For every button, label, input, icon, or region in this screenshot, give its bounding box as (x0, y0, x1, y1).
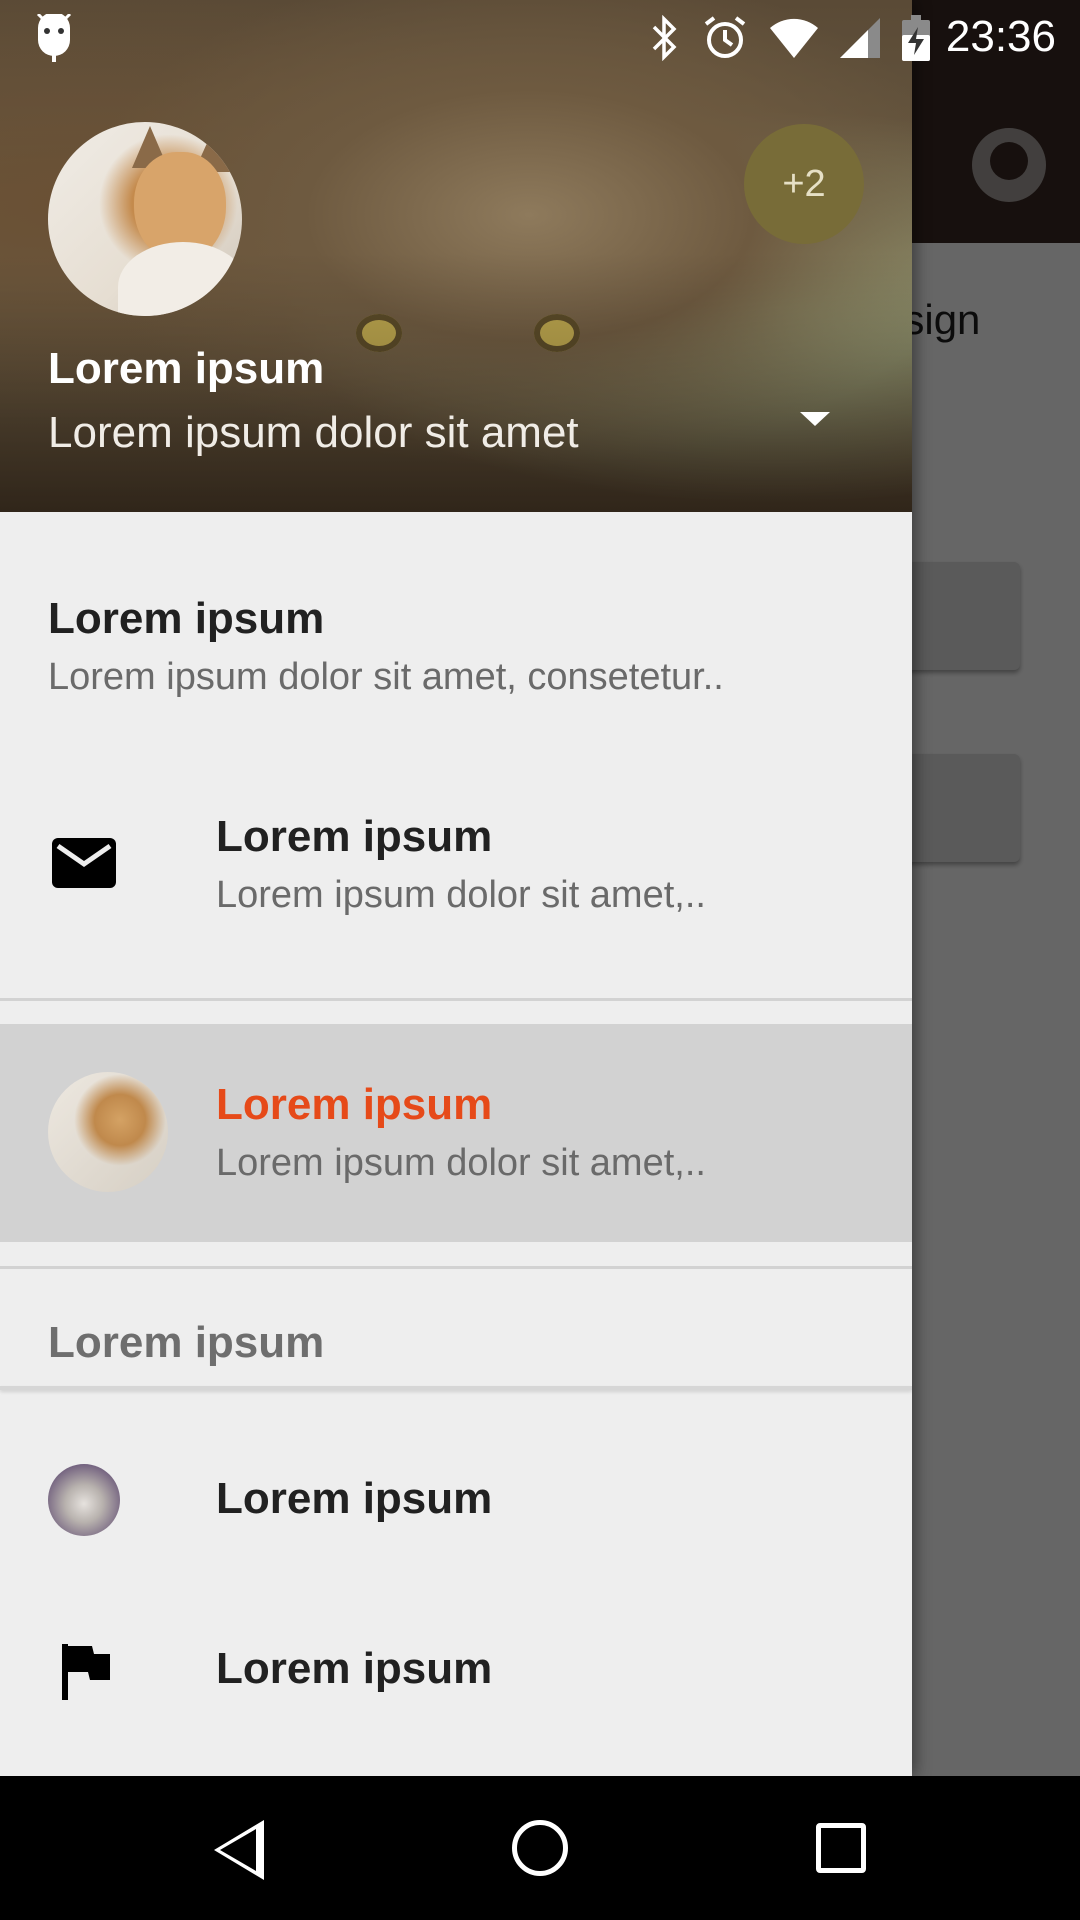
status-bar: 23:36 (0, 0, 1080, 75)
drawer-item[interactable]: Lorem ipsum Lorem ipsum dolor sit amet,.… (0, 740, 912, 980)
section-header: Lorem ipsum (48, 1318, 325, 1367)
status-time: 23:36 (945, 12, 1056, 61)
battery-icon (902, 15, 930, 61)
section-divider (0, 1386, 912, 1390)
cat-avatar (48, 1072, 168, 1192)
alarm-icon (704, 16, 746, 58)
profile-avatar[interactable] (48, 122, 242, 316)
drawer-item-subtitle: Lorem ipsum dolor sit amet,.. (216, 1142, 706, 1184)
home-button[interactable] (512, 1820, 568, 1876)
back-button[interactable] (214, 1820, 264, 1880)
drawer-item-selected[interactable]: Lorem ipsum Lorem ipsum dolor sit amet,.… (0, 1024, 912, 1242)
avatar-detail (118, 242, 242, 316)
account-switcher-caret-icon[interactable] (800, 412, 830, 426)
drawer-item-subtitle: Lorem ipsum dolor sit amet,.. (216, 874, 706, 916)
recent-apps-button[interactable] (816, 1823, 866, 1873)
drawer-section-item[interactable]: Lorem ipsum (0, 1588, 912, 1750)
flag-icon (62, 1644, 110, 1700)
drawer-section-item[interactable]: Lorem ipsum (0, 1420, 912, 1582)
android-debug-icon (36, 14, 72, 62)
system-nav-bar (0, 1776, 1080, 1920)
navigation-drawer: +2 Lorem ipsum Lorem ipsum dolor sit ame… (0, 0, 912, 1776)
cell-signal-icon (840, 18, 880, 58)
bluetooth-icon (652, 15, 677, 61)
drawer-item-title: Lorem ipsum (48, 594, 325, 643)
divider (0, 998, 912, 1001)
divider (0, 1266, 912, 1269)
drawer-item-title: Lorem ipsum (216, 1474, 493, 1523)
drawer-item-title: Lorem ipsum (216, 812, 493, 861)
wifi-icon (770, 18, 818, 58)
mail-icon (52, 838, 116, 888)
status-icons (650, 14, 930, 62)
drawer-header: +2 Lorem ipsum Lorem ipsum dolor sit ame… (0, 0, 912, 512)
more-profiles-badge[interactable]: +2 (744, 124, 864, 244)
drawer-item-title: Lorem ipsum (216, 1080, 493, 1129)
cat-avatar-small (48, 1464, 120, 1536)
drawer-item-subtitle: Lorem ipsum dolor sit amet, consetetur.. (48, 656, 724, 698)
drawer-item-title: Lorem ipsum (216, 1644, 493, 1693)
profile-email: Lorem ipsum dolor sit amet (48, 408, 579, 457)
drawer-item[interactable]: Lorem ipsum Lorem ipsum dolor sit amet, … (0, 512, 912, 720)
profile-name: Lorem ipsum (48, 344, 325, 393)
